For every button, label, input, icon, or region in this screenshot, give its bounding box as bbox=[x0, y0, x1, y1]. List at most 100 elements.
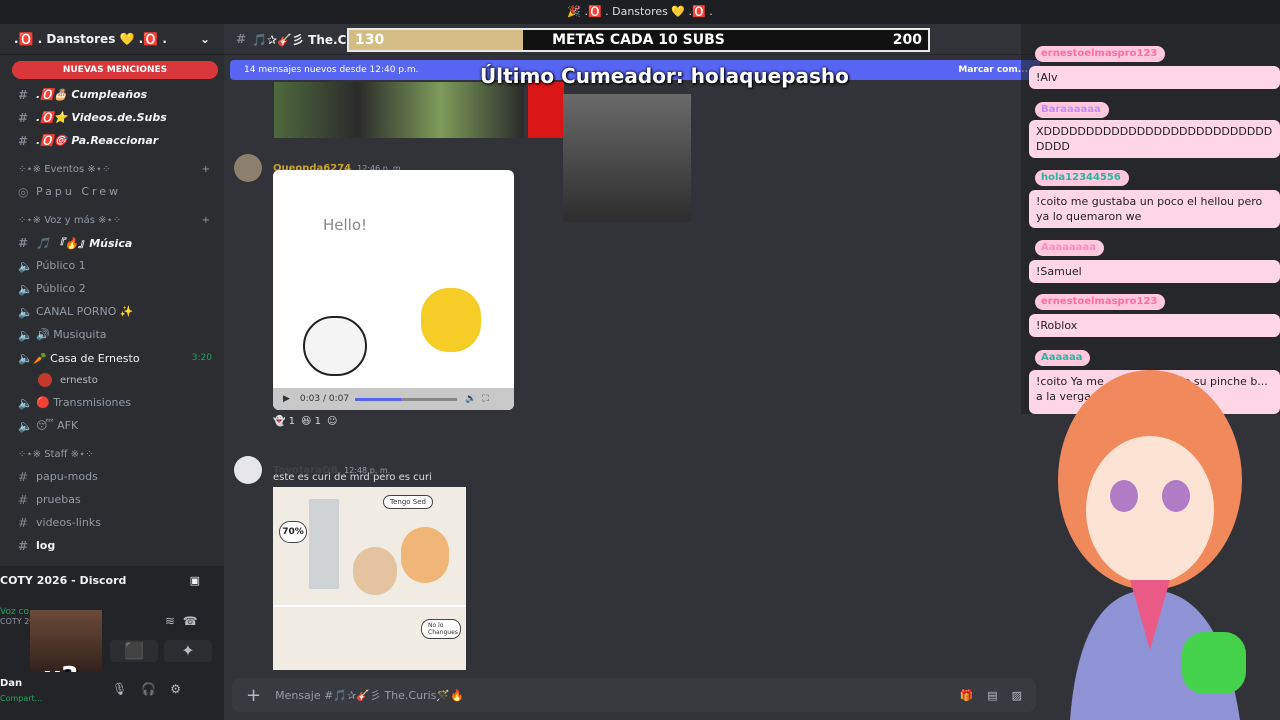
previous-image[interactable] bbox=[274, 82, 524, 138]
voice-user-ernesto[interactable]: ernesto bbox=[0, 369, 224, 391]
video-text: Hello! bbox=[323, 216, 368, 234]
chat-user-name: ernestoelmaspro123 bbox=[1035, 46, 1166, 62]
user-bar: Dan Compart... 🎙 🎧 ⚙ bbox=[0, 672, 224, 720]
avatar[interactable] bbox=[234, 154, 262, 182]
goal-label: METAS CADA 10 SUBS bbox=[552, 32, 725, 48]
avatar[interactable] bbox=[234, 456, 262, 484]
hash-icon: # bbox=[18, 133, 27, 148]
channel-papu-mods[interactable]: # papu-mods bbox=[0, 465, 224, 488]
play-icon[interactable]: ▶ bbox=[283, 394, 290, 404]
voice-canal-porno[interactable]: 🔈 CANAL PORNO ✨ bbox=[0, 300, 224, 323]
green-cat-plush bbox=[1182, 632, 1246, 694]
avatar-face bbox=[1086, 436, 1214, 584]
video-progress[interactable] bbox=[355, 397, 458, 401]
mark-read-button[interactable]: Marcar com... bbox=[958, 60, 1028, 80]
speaker-icon: 🔈 bbox=[18, 281, 33, 296]
gif-icon[interactable]: ▤ bbox=[987, 689, 997, 702]
hash-icon: # bbox=[18, 469, 29, 484]
headphones-icon[interactable]: 🎧 bbox=[141, 682, 156, 696]
chat-user-name: ernestoelmaspro123 bbox=[1035, 294, 1166, 310]
last-cumeador-banner: Último Cumeador: holaquepasho bbox=[480, 64, 849, 88]
channel-musica[interactable]: # 🎵 『🔥』Música bbox=[0, 231, 224, 254]
microphone-icon[interactable]: 🎙 bbox=[112, 682, 127, 696]
message-composer[interactable]: + Mensaje #🎵✰🎸彡 The.Curis🪄🔥 🎁 ▤ ▨ bbox=[232, 678, 1036, 712]
avatar-eye-right bbox=[1162, 480, 1190, 512]
channel-pruebas[interactable]: # pruebas bbox=[0, 488, 224, 511]
chat-user-name: Aaaaaa bbox=[1035, 350, 1091, 366]
sticker-icon[interactable]: ▨ bbox=[1012, 689, 1022, 702]
speaker-icon: 🔈 bbox=[18, 418, 33, 433]
speaker-icon: 🔈 bbox=[18, 350, 33, 365]
hash-icon: # bbox=[18, 515, 29, 530]
speech-bubble-2: No lo Changues bbox=[421, 619, 461, 639]
channel-videos-de-subs[interactable]: # .🅾️⭐ Videos.de.Subs bbox=[0, 106, 224, 129]
username: Dan bbox=[0, 678, 23, 689]
category-voz[interactable]: ⁘⋆※ Voz y más ※⋆⁘ + bbox=[0, 209, 224, 231]
reaction-ghost[interactable]: 👻 1 bbox=[273, 416, 295, 427]
voice-publico-2[interactable]: 🔈 Público 2 bbox=[0, 277, 224, 300]
category-staff[interactable]: ⁘⋆※ Staff ※⋆⁘ bbox=[0, 443, 224, 465]
goal-target: 200 bbox=[892, 32, 922, 48]
chat-message: !Alv bbox=[1029, 66, 1280, 89]
reactions: 👻 1 😆 1 ☺ bbox=[273, 416, 337, 427]
voice-casa-de-ernesto[interactable]: 🔈🥕 Casa de Ernesto 3:20 bbox=[0, 346, 224, 369]
speech-bubble: Tengo Sed bbox=[383, 495, 433, 509]
message-toyotaro: ToyotaraOB 12:48 p. m. este es curi de mr… bbox=[234, 456, 634, 670]
disconnect-icon[interactable]: ☎ bbox=[183, 614, 198, 628]
previous-image-2[interactable] bbox=[528, 82, 564, 138]
subs-goal-bar: 130 METAS CADA 10 SUBS 200 bbox=[347, 28, 930, 52]
fullscreen-icon[interactable]: ⛶ bbox=[482, 394, 488, 404]
server-name: .🅾️ . Danstores 💛 .🅾️ . bbox=[14, 32, 167, 46]
activity-button[interactable]: ✦ bbox=[164, 640, 212, 662]
stage-papu-crew[interactable]: ◎ Papu Crew bbox=[0, 180, 224, 203]
vtuber-avatar bbox=[1058, 370, 1246, 720]
plus-icon[interactable]: + bbox=[202, 215, 210, 226]
hash-icon: # bbox=[18, 110, 27, 125]
speaker-icon: 🔈 bbox=[18, 258, 33, 273]
voice-musiquita[interactable]: 🔈 🔊 Musiquita bbox=[0, 323, 224, 346]
category-eventos[interactable]: ⁘⋆※ Eventos ※⋆⁘ + bbox=[0, 158, 224, 180]
avatar-eye-left bbox=[1110, 480, 1138, 512]
hash-icon: # bbox=[236, 32, 247, 46]
voice-panel-title: COTY 2026 - Discord bbox=[0, 574, 127, 587]
plus-icon[interactable]: + bbox=[202, 164, 210, 175]
cartoon-character bbox=[303, 316, 367, 376]
channel-cumpleanos[interactable]: # .🅾️🎂 Cumpleaños bbox=[0, 83, 224, 106]
add-reaction-icon[interactable]: ☺ bbox=[327, 416, 337, 427]
volume-icon[interactable]: 🔊 bbox=[465, 394, 476, 404]
voice-transmisiones[interactable]: 🔈 🔴 Transmisiones bbox=[0, 391, 224, 414]
chat-user-name: Baraaaaaa bbox=[1035, 102, 1109, 118]
channel-log[interactable]: # log bbox=[0, 534, 224, 557]
percent-badge: 70% bbox=[279, 521, 307, 543]
camera-button[interactable]: ⬛ bbox=[110, 640, 158, 662]
chat-message: !Roblox bbox=[1029, 314, 1280, 337]
channel-pa-reaccionar[interactable]: # .🅾️🎯 Pa.Reaccionar bbox=[0, 129, 224, 152]
voice-timer: 3:20 bbox=[191, 352, 212, 363]
server-header[interactable]: .🅾️ . Danstores 💛 .🅾️ . ⌄ bbox=[0, 24, 224, 55]
reaction-grin[interactable]: 😆 1 bbox=[301, 416, 321, 427]
video-player[interactable]: Hello! ▶ 0:03 / 0:07 🔊 ⛶ bbox=[273, 170, 514, 410]
video-controls: ▶ 0:03 / 0:07 🔊 ⛶ bbox=[273, 388, 514, 410]
user-status: Compart... bbox=[0, 694, 43, 703]
gift-icon[interactable]: 🎁 bbox=[959, 689, 973, 702]
cartoon-boy-1 bbox=[353, 547, 397, 595]
channel-videos-links[interactable]: # videos-links bbox=[0, 511, 224, 534]
noise-icon[interactable]: ≋ bbox=[165, 614, 175, 628]
message-queonda: Queonda6274 12:46 p. m. Hello! ▶ 0:03 / 0… bbox=[234, 154, 634, 427]
new-mentions-banner[interactable]: NUEVAS MENCIONES bbox=[12, 61, 218, 79]
cartoon-boy-2 bbox=[401, 527, 449, 583]
hash-icon: # bbox=[18, 87, 27, 102]
voice-publico-1[interactable]: 🔈 Público 1 bbox=[0, 254, 224, 277]
speaker-icon: 🔈 bbox=[18, 395, 33, 410]
chat-main: # 🎵✰🎸彡 The.Curis 14 mensajes nuevos desd… bbox=[224, 24, 1044, 720]
stage-icon: ◎ bbox=[18, 184, 29, 199]
voice-afk[interactable]: 🔈 😴 AFK bbox=[0, 414, 224, 437]
settings-gear-icon[interactable]: ⚙ bbox=[170, 682, 181, 696]
video-time: 0:03 / 0:07 bbox=[299, 394, 350, 404]
panel-divider bbox=[273, 605, 466, 607]
screen-share-icon[interactable]: ▣ bbox=[190, 574, 200, 587]
comic-image[interactable]: 70% Tengo Sed No lo Changues bbox=[273, 487, 466, 670]
stream-chat-overlay: ernestoelmaspro123 !Alv Baraaaaaa XDDDDD… bbox=[1021, 0, 1280, 414]
plus-icon[interactable]: + bbox=[246, 685, 261, 706]
chat-message: !Samuel bbox=[1029, 260, 1280, 283]
